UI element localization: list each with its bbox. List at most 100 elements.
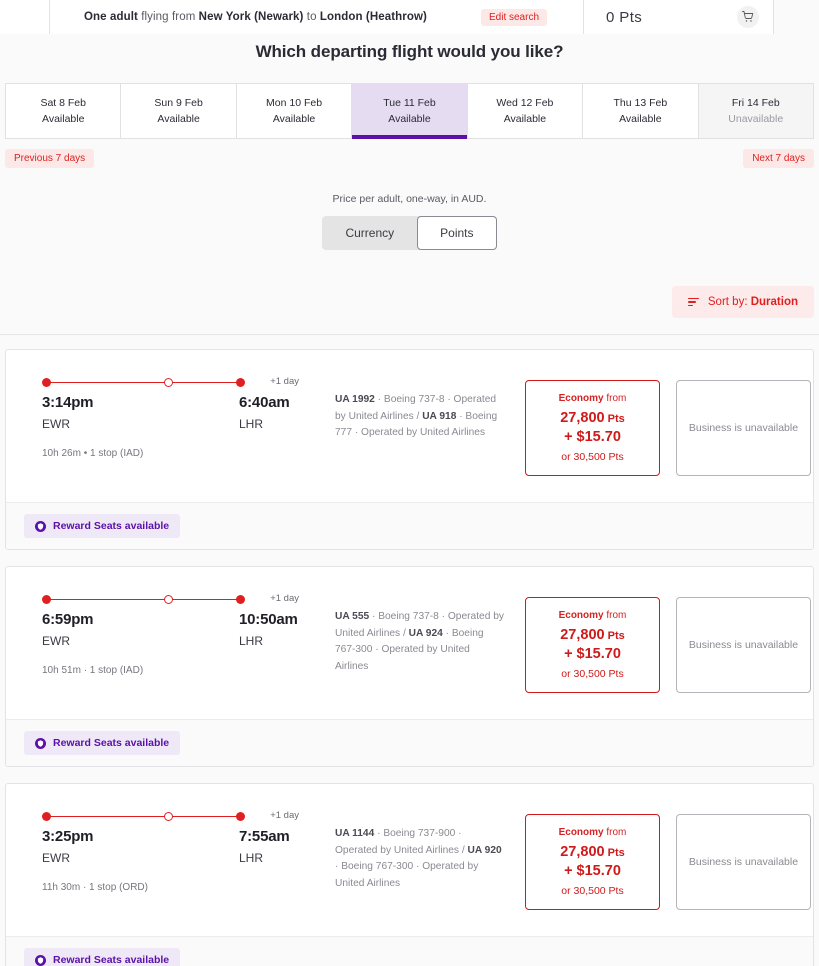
- route-timeline-graphic: +1 day: [24, 376, 319, 387]
- flight-operator-details: UA 1992 · Boeing 737-8 · Operated by Uni…: [335, 378, 505, 442]
- origin-dot-icon: [42, 378, 51, 387]
- business-unavailable-text: Business is unavailable: [688, 422, 799, 434]
- economy-fare-button[interactable]: Economy from 27,800 Pts + $15.70 or 30,50…: [525, 814, 660, 910]
- stopover-dot-icon: [164, 812, 173, 821]
- fare-options: Economy from 27,800 Pts + $15.70 or 30,50…: [525, 595, 811, 693]
- departure-airport-code: EWR: [42, 634, 70, 648]
- points-unit: Pts: [604, 846, 625, 859]
- fare-options: Economy from 27,800 Pts + $15.70 or 30,50…: [525, 378, 811, 476]
- origin-airport: New York (Newark): [198, 11, 304, 23]
- flight-operator-details: UA 555 · Boeing 737-8 · Operated by Unit…: [335, 595, 505, 675]
- aircraft-operator-2: · Boeing 767-300 · Operated by United Ai…: [335, 861, 479, 889]
- economy-alt-price: or 30,500 Pts: [561, 451, 624, 464]
- points-amount: 27,800: [560, 409, 605, 426]
- toggle-points-button[interactable]: Points: [417, 216, 497, 250]
- sort-prefix: Sort by:: [707, 296, 751, 308]
- date-tab-status: Available: [619, 113, 662, 125]
- reward-seats-label: Reward Seats available: [53, 737, 170, 749]
- sort-lines-icon: [687, 297, 699, 307]
- date-tab-label: Fri 14 Feb: [731, 97, 780, 109]
- price-note: Price per adult, one-way, in AUD.: [332, 193, 487, 205]
- edit-search-button[interactable]: Edit search: [480, 8, 548, 26]
- flight-number-1: UA 1144: [335, 828, 375, 839]
- reward-seats-label: Reward Seats available: [53, 520, 170, 532]
- duration-and-stops: 11h 30m · 1 stop (ORD): [42, 882, 148, 893]
- arrival-time: 10:50am: [239, 611, 298, 628]
- cash-amount: + $15.70: [564, 645, 621, 662]
- page-title: Which departing flight would you like?: [255, 42, 564, 61]
- route-line: [46, 815, 241, 818]
- flight-itinerary-column: +1 day 3:14pm EWR 6:40am LHR 10h 26m • 1…: [24, 376, 319, 459]
- cabin-from: from: [603, 826, 627, 838]
- toggle-currency-button[interactable]: Currency: [322, 216, 417, 250]
- sort-by-button[interactable]: Sort by: Duration: [671, 286, 814, 318]
- business-unavailable-text: Business is unavailable: [688, 856, 799, 868]
- passenger-count: One adult: [84, 11, 138, 23]
- previous-7-days-button[interactable]: Previous 7 days: [5, 149, 95, 168]
- flight-card[interactable]: +1 day 3:25pm EWR 7:55am LHR 11h 30m · 1…: [5, 783, 814, 966]
- date-tab-2[interactable]: Mon 10 Feb Available: [236, 84, 353, 138]
- departure-block: 6:59pm EWR: [42, 611, 94, 648]
- reward-seats-badge[interactable]: Reward Seats available: [24, 731, 181, 755]
- origin-dot-icon: [42, 812, 51, 821]
- duration-and-stops: 10h 26m • 1 stop (IAD): [42, 448, 144, 459]
- shield-check-icon: [35, 954, 46, 966]
- origin-dot-icon: [42, 595, 51, 604]
- duration-and-stops: 10h 51m · 1 stop (IAD): [42, 665, 144, 676]
- route-line: [46, 598, 241, 601]
- times-row: 3:25pm EWR 7:55am LHR: [24, 828, 319, 872]
- date-tab-3-selected[interactable]: Tue 11 Feb Available: [352, 84, 468, 139]
- departure-block: 3:25pm EWR: [42, 828, 94, 865]
- economy-fare-button[interactable]: Economy from 27,800 Pts + $15.70 or 30,50…: [525, 380, 660, 476]
- points-unit: Pts: [604, 629, 625, 642]
- shopping-cart-icon[interactable]: [737, 6, 759, 28]
- flight-number-1: UA 555: [335, 611, 370, 622]
- route-line: [46, 381, 241, 384]
- date-tab-1[interactable]: Sun 9 Feb Available: [121, 84, 237, 138]
- economy-alt-price: or 30,500 Pts: [561, 885, 624, 898]
- date-tab-5[interactable]: Thu 13 Feb Available: [583, 84, 699, 138]
- flight-number-2: UA 918: [422, 410, 457, 422]
- date-tab-label: Sun 9 Feb: [154, 97, 203, 109]
- flight-card-body: +1 day 6:59pm EWR 10:50am LHR 10h 51m · …: [6, 567, 813, 719]
- cabin-name: Economy: [558, 826, 604, 838]
- reward-seats-badge[interactable]: Reward Seats available: [24, 514, 181, 538]
- reward-seats-badge[interactable]: Reward Seats available: [24, 948, 181, 966]
- flight-results-list: +1 day 3:14pm EWR 6:40am LHR 10h 26m • 1…: [0, 335, 819, 966]
- arrival-airport-code: LHR: [239, 851, 264, 865]
- date-tab-label: Thu 13 Feb: [613, 97, 668, 109]
- next-7-days-button[interactable]: Next 7 days: [743, 149, 814, 168]
- economy-cabin-label: Economy from: [559, 827, 627, 838]
- plus-day-label: +1 day: [270, 810, 299, 821]
- points-balance-value: 0 Pts: [606, 8, 643, 26]
- points-balance-region: 0 Pts: [584, 0, 774, 34]
- flight-card[interactable]: +1 day 3:14pm EWR 6:40am LHR 10h 26m • 1…: [5, 349, 814, 550]
- search-summary-text: One adult flying from New York (Newark) …: [84, 11, 427, 23]
- route-timeline-graphic: +1 day: [24, 593, 319, 604]
- economy-fare-button[interactable]: Economy from 27,800 Pts + $15.70 or 30,50…: [525, 597, 660, 693]
- economy-price: 27,800 Pts + $15.70: [560, 409, 625, 447]
- plus-day-label: +1 day: [270, 593, 299, 604]
- times-row: 6:59pm EWR 10:50am LHR: [24, 611, 319, 655]
- route-timeline-graphic: +1 day: [24, 810, 319, 821]
- price-display-toggle-region: Price per adult, one-way, in AUD. Curren…: [0, 193, 819, 250]
- business-fare-unavailable: Business is unavailable: [676, 597, 811, 693]
- date-tab-label: Mon 10 Feb: [266, 97, 323, 109]
- date-tab-strip: Sat 8 Feb Available Sun 9 Feb Available …: [5, 83, 814, 139]
- date-tab-0[interactable]: Sat 8 Feb Available: [6, 84, 122, 138]
- arrival-airport-code: LHR: [239, 634, 264, 648]
- date-tab-4[interactable]: Wed 12 Feb Available: [467, 84, 584, 138]
- arrival-time: 7:55am: [239, 828, 290, 845]
- destination-dot-icon: [236, 812, 245, 821]
- flight-itinerary-column: +1 day 6:59pm EWR 10:50am LHR 10h 51m · …: [24, 593, 319, 676]
- departure-airport-code: EWR: [42, 851, 70, 865]
- cabin-from: from: [603, 609, 627, 621]
- date-tab-6-disabled: Fri 14 Feb Unavailable: [698, 84, 813, 138]
- sort-row: Sort by: Duration: [5, 286, 814, 318]
- search-summary-region: One adult flying from New York (Newark) …: [50, 0, 584, 34]
- cash-amount: + $15.70: [564, 428, 621, 445]
- flight-card[interactable]: +1 day 6:59pm EWR 10:50am LHR 10h 51m · …: [5, 566, 814, 767]
- destination-dot-icon: [236, 595, 245, 604]
- currency-points-toggle: Currency Points: [322, 216, 497, 250]
- date-tab-status: Available: [42, 113, 85, 125]
